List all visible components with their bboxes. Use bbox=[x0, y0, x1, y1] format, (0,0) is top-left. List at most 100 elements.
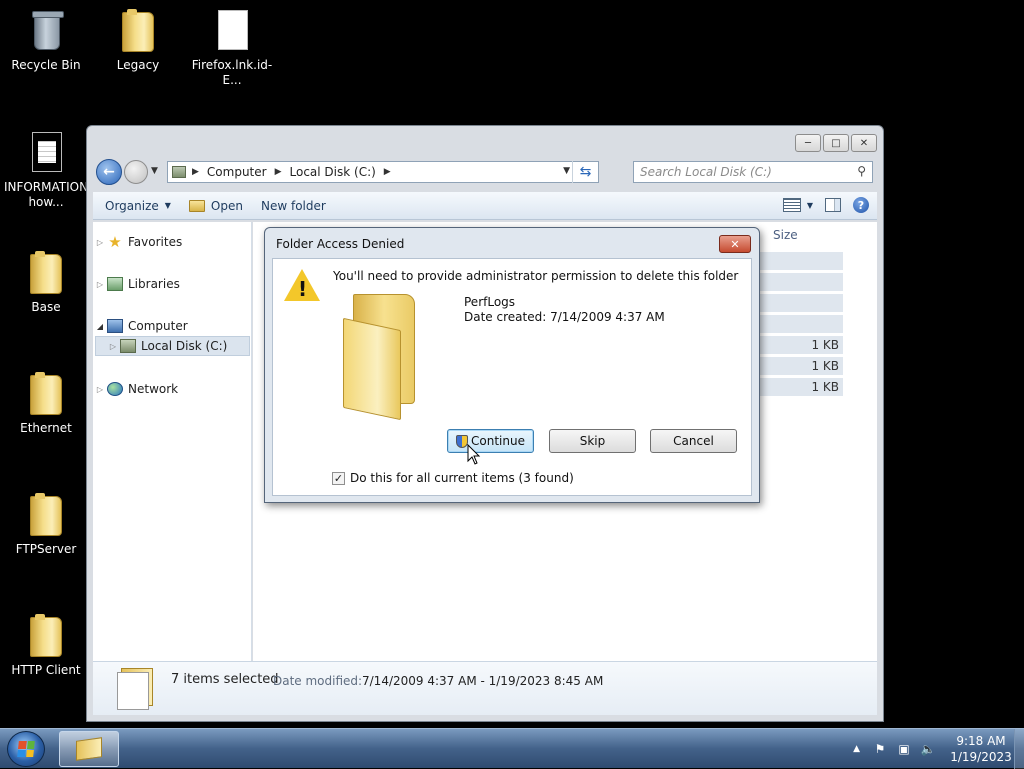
expand-arrow-icon[interactable]: ▷ bbox=[93, 385, 107, 394]
show-hidden-icons-icon[interactable]: ▲ bbox=[853, 744, 860, 754]
nav-item-libraries[interactable]: ▷ Libraries bbox=[93, 274, 180, 294]
desktop-icon-label: Ethernet bbox=[20, 421, 72, 435]
size-cell[interactable] bbox=[759, 315, 843, 334]
desktop-icon-label: Base bbox=[31, 300, 61, 314]
address-bar[interactable]: ▶ Computer ▶ Local Disk (C:) ▶ ▼ ⇆ bbox=[167, 161, 599, 183]
expand-arrow-icon[interactable]: ▷ bbox=[93, 238, 107, 247]
preview-pane-icon[interactable] bbox=[825, 198, 841, 212]
volume-muted-icon[interactable]: 🔈 bbox=[920, 742, 936, 756]
open-folder-icon bbox=[188, 199, 205, 212]
desktop-icon-label: Legacy bbox=[116, 58, 160, 72]
collapse-arrow-icon[interactable]: ◢ bbox=[93, 322, 107, 331]
checkbox-label: Do this for all current items (3 found) bbox=[350, 471, 574, 485]
maximize-icon: □ bbox=[831, 137, 841, 149]
cancel-button[interactable]: Cancel bbox=[650, 429, 737, 453]
details-pane: 7 items selected Date modified: 7/14/200… bbox=[93, 661, 877, 715]
breadcrumb-separator-icon[interactable]: ▶ bbox=[275, 167, 282, 177]
refresh-button[interactable]: ⇆ bbox=[572, 161, 598, 183]
breadcrumb-computer[interactable]: Computer bbox=[207, 165, 267, 179]
expand-arrow-icon[interactable]: ▷ bbox=[106, 342, 120, 351]
caption-buttons: ─ □ ✕ bbox=[795, 134, 877, 152]
nav-item-label: Local Disk (C:) bbox=[141, 339, 228, 353]
clock[interactable]: 9:18 AM 1/19/2023 bbox=[950, 733, 1012, 765]
folder-icon bbox=[30, 493, 62, 536]
breadcrumb-local-disk[interactable]: Local Disk (C:) bbox=[290, 165, 376, 179]
desktop-icon-http-client[interactable]: HTTP Client bbox=[0, 613, 92, 678]
skip-button[interactable]: Skip bbox=[549, 429, 636, 453]
size-cell[interactable]: 1 KB bbox=[759, 336, 843, 355]
desktop-icon-legacy[interactable]: Legacy bbox=[92, 8, 184, 73]
nav-item-label: Libraries bbox=[128, 277, 180, 291]
nav-item-favorites[interactable]: ▷ ★ Favorites bbox=[93, 232, 182, 252]
history-dropdown[interactable]: ▼ bbox=[151, 166, 161, 176]
maximize-button[interactable]: □ bbox=[823, 134, 849, 152]
back-button[interactable]: ← bbox=[96, 159, 122, 185]
open-button[interactable]: Open bbox=[180, 192, 252, 219]
desktop-icon-recycle-bin[interactable]: Recycle Bin bbox=[0, 8, 92, 73]
show-desktop-button[interactable] bbox=[1014, 729, 1024, 769]
start-button[interactable] bbox=[7, 731, 45, 767]
views-icon bbox=[782, 198, 801, 212]
organize-button[interactable]: Organize ▼ bbox=[93, 192, 180, 219]
network-status-icon[interactable]: ▣ bbox=[896, 742, 912, 756]
breadcrumb-separator-icon[interactable]: ▶ bbox=[384, 167, 391, 177]
network-icon bbox=[107, 382, 123, 396]
checkbox-checked-icon[interactable]: ✓ bbox=[332, 471, 345, 485]
nav-item-computer[interactable]: ◢ Computer bbox=[93, 316, 188, 336]
refresh-icon: ⇆ bbox=[579, 164, 592, 180]
action-center-flag-icon[interactable]: ⚑ bbox=[872, 742, 888, 756]
desktop-icon-label: Recycle Bin bbox=[11, 58, 81, 72]
chevron-down-icon: ▼ bbox=[151, 166, 158, 176]
expand-arrow-icon[interactable]: ▷ bbox=[93, 280, 107, 289]
star-icon: ★ bbox=[108, 233, 122, 251]
address-dropdown-icon[interactable]: ▼ bbox=[563, 166, 570, 176]
forward-button[interactable] bbox=[124, 160, 148, 184]
nav-item-label: Favorites bbox=[128, 235, 183, 249]
search-input[interactable]: Search Local Disk (C:) ⚲ bbox=[633, 161, 873, 183]
close-window-button[interactable]: ✕ bbox=[851, 134, 877, 152]
file-icon bbox=[218, 10, 248, 50]
search-icon[interactable]: ⚲ bbox=[857, 164, 866, 178]
size-cell[interactable] bbox=[759, 273, 843, 292]
folder-icon bbox=[30, 614, 62, 657]
size-cell[interactable]: 1 KB bbox=[759, 357, 843, 376]
close-icon: ✕ bbox=[859, 137, 869, 149]
desktop-icon-label: HTTP Client bbox=[11, 663, 81, 677]
recycle-bin-icon bbox=[32, 11, 64, 50]
folder-name: PerfLogs bbox=[464, 295, 516, 309]
desktop-icon-information[interactable]: INFORMATION how... bbox=[0, 130, 92, 210]
size-cell[interactable] bbox=[759, 294, 843, 313]
desktop-icon-ftpserver[interactable]: FTPServer bbox=[0, 492, 92, 557]
nav-item-network[interactable]: ▷ Network bbox=[93, 379, 178, 399]
breadcrumb-separator-icon[interactable]: ▶ bbox=[192, 167, 199, 177]
date-modified-label: Date modified: bbox=[273, 674, 363, 688]
column-header-size[interactable]: Size bbox=[773, 228, 798, 242]
dialog-body: You'll need to provide administrator per… bbox=[272, 258, 752, 496]
folder-icon bbox=[122, 9, 154, 52]
desktop-icon-ethernet[interactable]: Ethernet bbox=[0, 371, 92, 436]
navigation-pane: ▷ ★ Favorites ▷ Libraries ◢ Computer ▷ L… bbox=[93, 222, 252, 662]
explorer-icon bbox=[76, 737, 102, 761]
desktop-icon-base[interactable]: Base bbox=[0, 250, 92, 315]
apply-to-all-checkbox[interactable]: ✓ Do this for all current items (3 found… bbox=[332, 471, 574, 485]
dialog-close-button[interactable]: ✕ bbox=[719, 235, 751, 253]
folder-icon bbox=[343, 294, 421, 421]
size-cell[interactable] bbox=[759, 252, 843, 271]
skip-label: Skip bbox=[579, 434, 606, 448]
minimize-button[interactable]: ─ bbox=[795, 134, 821, 152]
folder-access-denied-dialog: Folder Access Denied ✕ You'll need to pr… bbox=[264, 227, 760, 503]
taskbar-explorer-button[interactable] bbox=[59, 731, 119, 767]
drive-icon bbox=[120, 339, 136, 353]
desktop-icon-label: INFORMATION how... bbox=[3, 180, 89, 209]
change-view-button[interactable]: ▼ bbox=[782, 198, 813, 212]
nav-item-local-disk[interactable]: ▷ Local Disk (C:) bbox=[95, 336, 250, 356]
size-cell[interactable]: 1 KB bbox=[759, 378, 843, 397]
open-label: Open bbox=[210, 198, 243, 213]
help-icon[interactable]: ? bbox=[853, 197, 869, 213]
continue-button[interactable]: Continue bbox=[447, 429, 534, 453]
chevron-down-icon: ▼ bbox=[806, 200, 813, 210]
address-row: ← ▼ ▶ Computer ▶ Local Disk (C:) ▶ ▼ ⇆ S… bbox=[95, 159, 875, 187]
organize-label: Organize bbox=[105, 198, 159, 213]
desktop-icon-firefox-lnk[interactable]: Firefox.lnk.id-E... bbox=[186, 8, 278, 88]
new-folder-button[interactable]: New folder bbox=[252, 192, 335, 219]
